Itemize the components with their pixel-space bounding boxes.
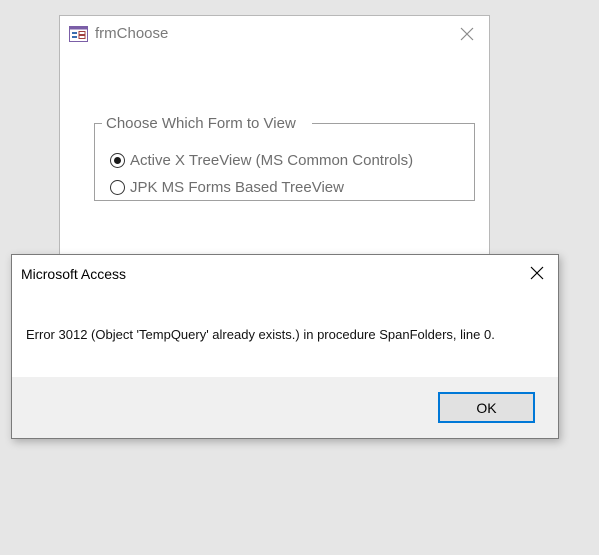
form-icon [69,26,88,42]
option-label: Active X TreeView (MS Common Controls) [130,151,414,169]
option-label: JPK MS Forms Based TreeView [130,178,344,196]
error-dialog: Microsoft Access Error 3012 (Object 'Tem… [11,254,559,439]
ok-button[interactable]: OK [438,392,535,423]
error-message: Error 3012 (Object 'TempQuery' already e… [26,327,495,342]
radio-button[interactable] [110,179,125,195]
form-title: frmChoose [95,25,169,42]
close-icon[interactable] [459,26,475,42]
form-option-group: Choose Which Form to View Active X TreeV… [94,115,475,201]
option-jpk-msforms-treeview[interactable]: JPK MS Forms Based TreeView [110,177,344,197]
option-activex-treeview[interactable]: Active X TreeView (MS Common Controls) [110,150,413,170]
form-titlebar: frmChoose [60,16,489,54]
dialog-button-bar: OK [12,377,558,438]
radio-button-selected[interactable] [110,152,125,168]
form-window-frmchoose: frmChoose Choose Which Form to View Acti… [59,15,490,265]
close-icon[interactable] [530,266,544,280]
group-title: Choose Which Form to View [102,115,312,132]
dialog-title: Microsoft Access [21,266,127,282]
